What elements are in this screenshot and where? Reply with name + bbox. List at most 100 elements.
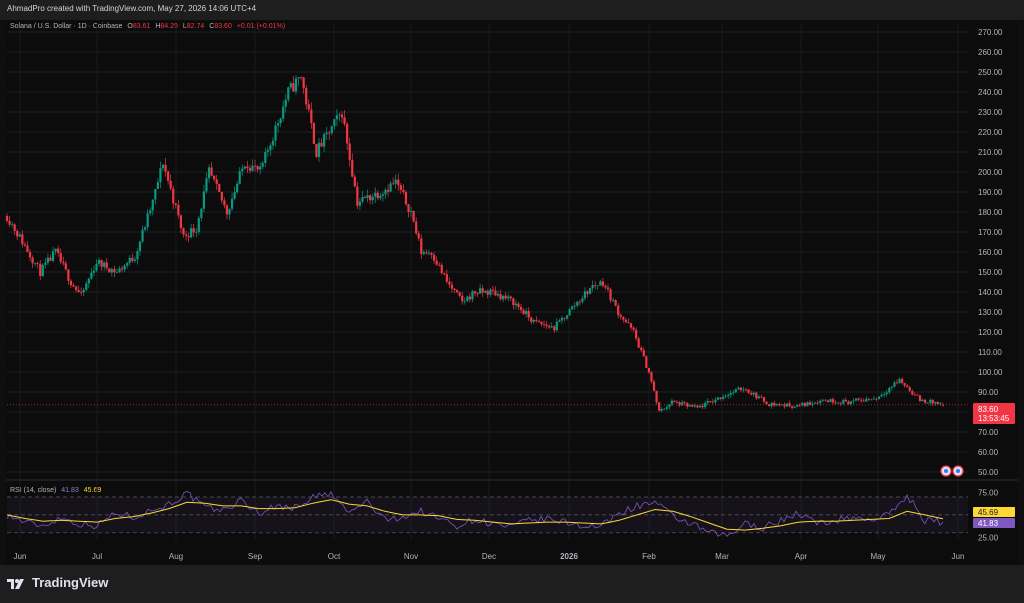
candle-body — [750, 392, 753, 395]
candle-body — [282, 106, 285, 119]
candle-body — [455, 290, 459, 293]
candle-body — [328, 132, 331, 134]
candle-body — [624, 319, 627, 323]
candle-body — [108, 268, 111, 273]
candle-body — [601, 281, 604, 286]
candle-body — [696, 405, 699, 408]
candle-body — [302, 77, 305, 89]
candle-body — [445, 274, 448, 282]
candle-body — [857, 398, 860, 400]
candle-body — [131, 257, 134, 261]
candle-body — [404, 192, 408, 205]
candle-body — [729, 393, 732, 395]
candle-body — [46, 257, 50, 263]
candle-body — [136, 251, 139, 260]
candle-body — [911, 390, 914, 395]
candle-body — [660, 408, 663, 411]
candle-body — [635, 329, 638, 339]
candle-body — [471, 291, 474, 300]
candle-body — [619, 315, 622, 317]
time-tick-label: May — [870, 552, 885, 561]
candle-body — [74, 286, 78, 290]
tradingview-logo-text: TradingView — [32, 575, 109, 590]
price-badge-countdown: 13:53:45 — [978, 414, 1010, 423]
price-badge-value: 83.60 — [978, 405, 999, 414]
candle-body — [606, 287, 610, 290]
time-tick-label: Jul — [92, 552, 102, 561]
candle-body — [264, 152, 267, 163]
candle-body — [220, 191, 223, 201]
candle-body — [494, 290, 497, 296]
candle-body — [87, 278, 90, 284]
candle-body — [251, 165, 254, 171]
candle-body — [415, 221, 418, 234]
candle-body — [225, 205, 229, 215]
candle-body — [481, 288, 484, 293]
candle-body — [583, 291, 587, 299]
candle-body — [253, 165, 257, 167]
candle-body — [453, 288, 456, 291]
candle-body — [11, 224, 14, 226]
rsi-badge-value: 41.83 — [978, 519, 999, 528]
candle-body — [468, 296, 471, 300]
candle-body — [842, 399, 845, 404]
candle-body — [274, 125, 277, 141]
candle-body — [379, 195, 382, 199]
candle-body — [831, 399, 835, 403]
candle-body — [683, 402, 686, 404]
candle-body — [54, 248, 57, 252]
candle-body — [527, 311, 530, 318]
candle-body — [246, 166, 249, 169]
candle-body — [701, 405, 704, 408]
candle-body — [248, 168, 252, 171]
candle-body — [95, 263, 98, 271]
candle-body — [422, 252, 425, 255]
candle-body — [425, 252, 428, 254]
candle-body — [599, 281, 602, 286]
candle-body — [742, 389, 745, 391]
candle-body — [228, 208, 231, 215]
candle-body — [658, 402, 661, 411]
candle-body — [640, 347, 643, 351]
candle-body — [484, 290, 487, 293]
candle-body — [737, 387, 740, 390]
candle-body — [213, 175, 216, 180]
chart-svg[interactable]: 50.0060.0070.0080.0090.00100.00110.00120… — [0, 0, 1024, 603]
candle-body — [739, 387, 743, 391]
candle-body — [438, 264, 441, 266]
candle-body — [187, 235, 190, 238]
candle-body — [307, 104, 310, 110]
candle-body — [90, 272, 93, 279]
candle-body — [808, 402, 812, 405]
candle-body — [261, 162, 264, 167]
candle-body — [215, 179, 218, 184]
time-tick-label: 2026 — [560, 552, 578, 561]
candle-body — [97, 259, 101, 264]
candle-body — [284, 99, 287, 107]
event-flags-icon[interactable] — [940, 465, 964, 477]
candle-body — [430, 252, 433, 255]
candle-body — [85, 283, 88, 290]
candle-body — [486, 290, 489, 295]
candle-body — [113, 269, 116, 273]
candle-body — [384, 189, 387, 195]
candle-body — [412, 211, 415, 222]
candle-body — [519, 307, 523, 310]
price-tick-label: 50.00 — [978, 468, 999, 477]
candle-body — [394, 179, 397, 184]
candle-body — [872, 398, 876, 400]
candle-body — [890, 386, 893, 388]
candle-body — [161, 164, 165, 169]
price-tick-label: 100.00 — [978, 368, 1003, 377]
price-tick-label: 260.00 — [978, 48, 1003, 57]
candle-body — [179, 215, 183, 229]
candle-body — [755, 392, 758, 399]
candle-body — [642, 350, 645, 357]
candle-body — [69, 280, 73, 286]
candle-body — [443, 273, 446, 275]
tradingview-logo[interactable]: TradingView — [7, 575, 108, 590]
candle-body — [637, 338, 640, 348]
candle-body — [338, 114, 341, 116]
candle-body — [450, 284, 454, 289]
candle-body — [865, 398, 868, 402]
